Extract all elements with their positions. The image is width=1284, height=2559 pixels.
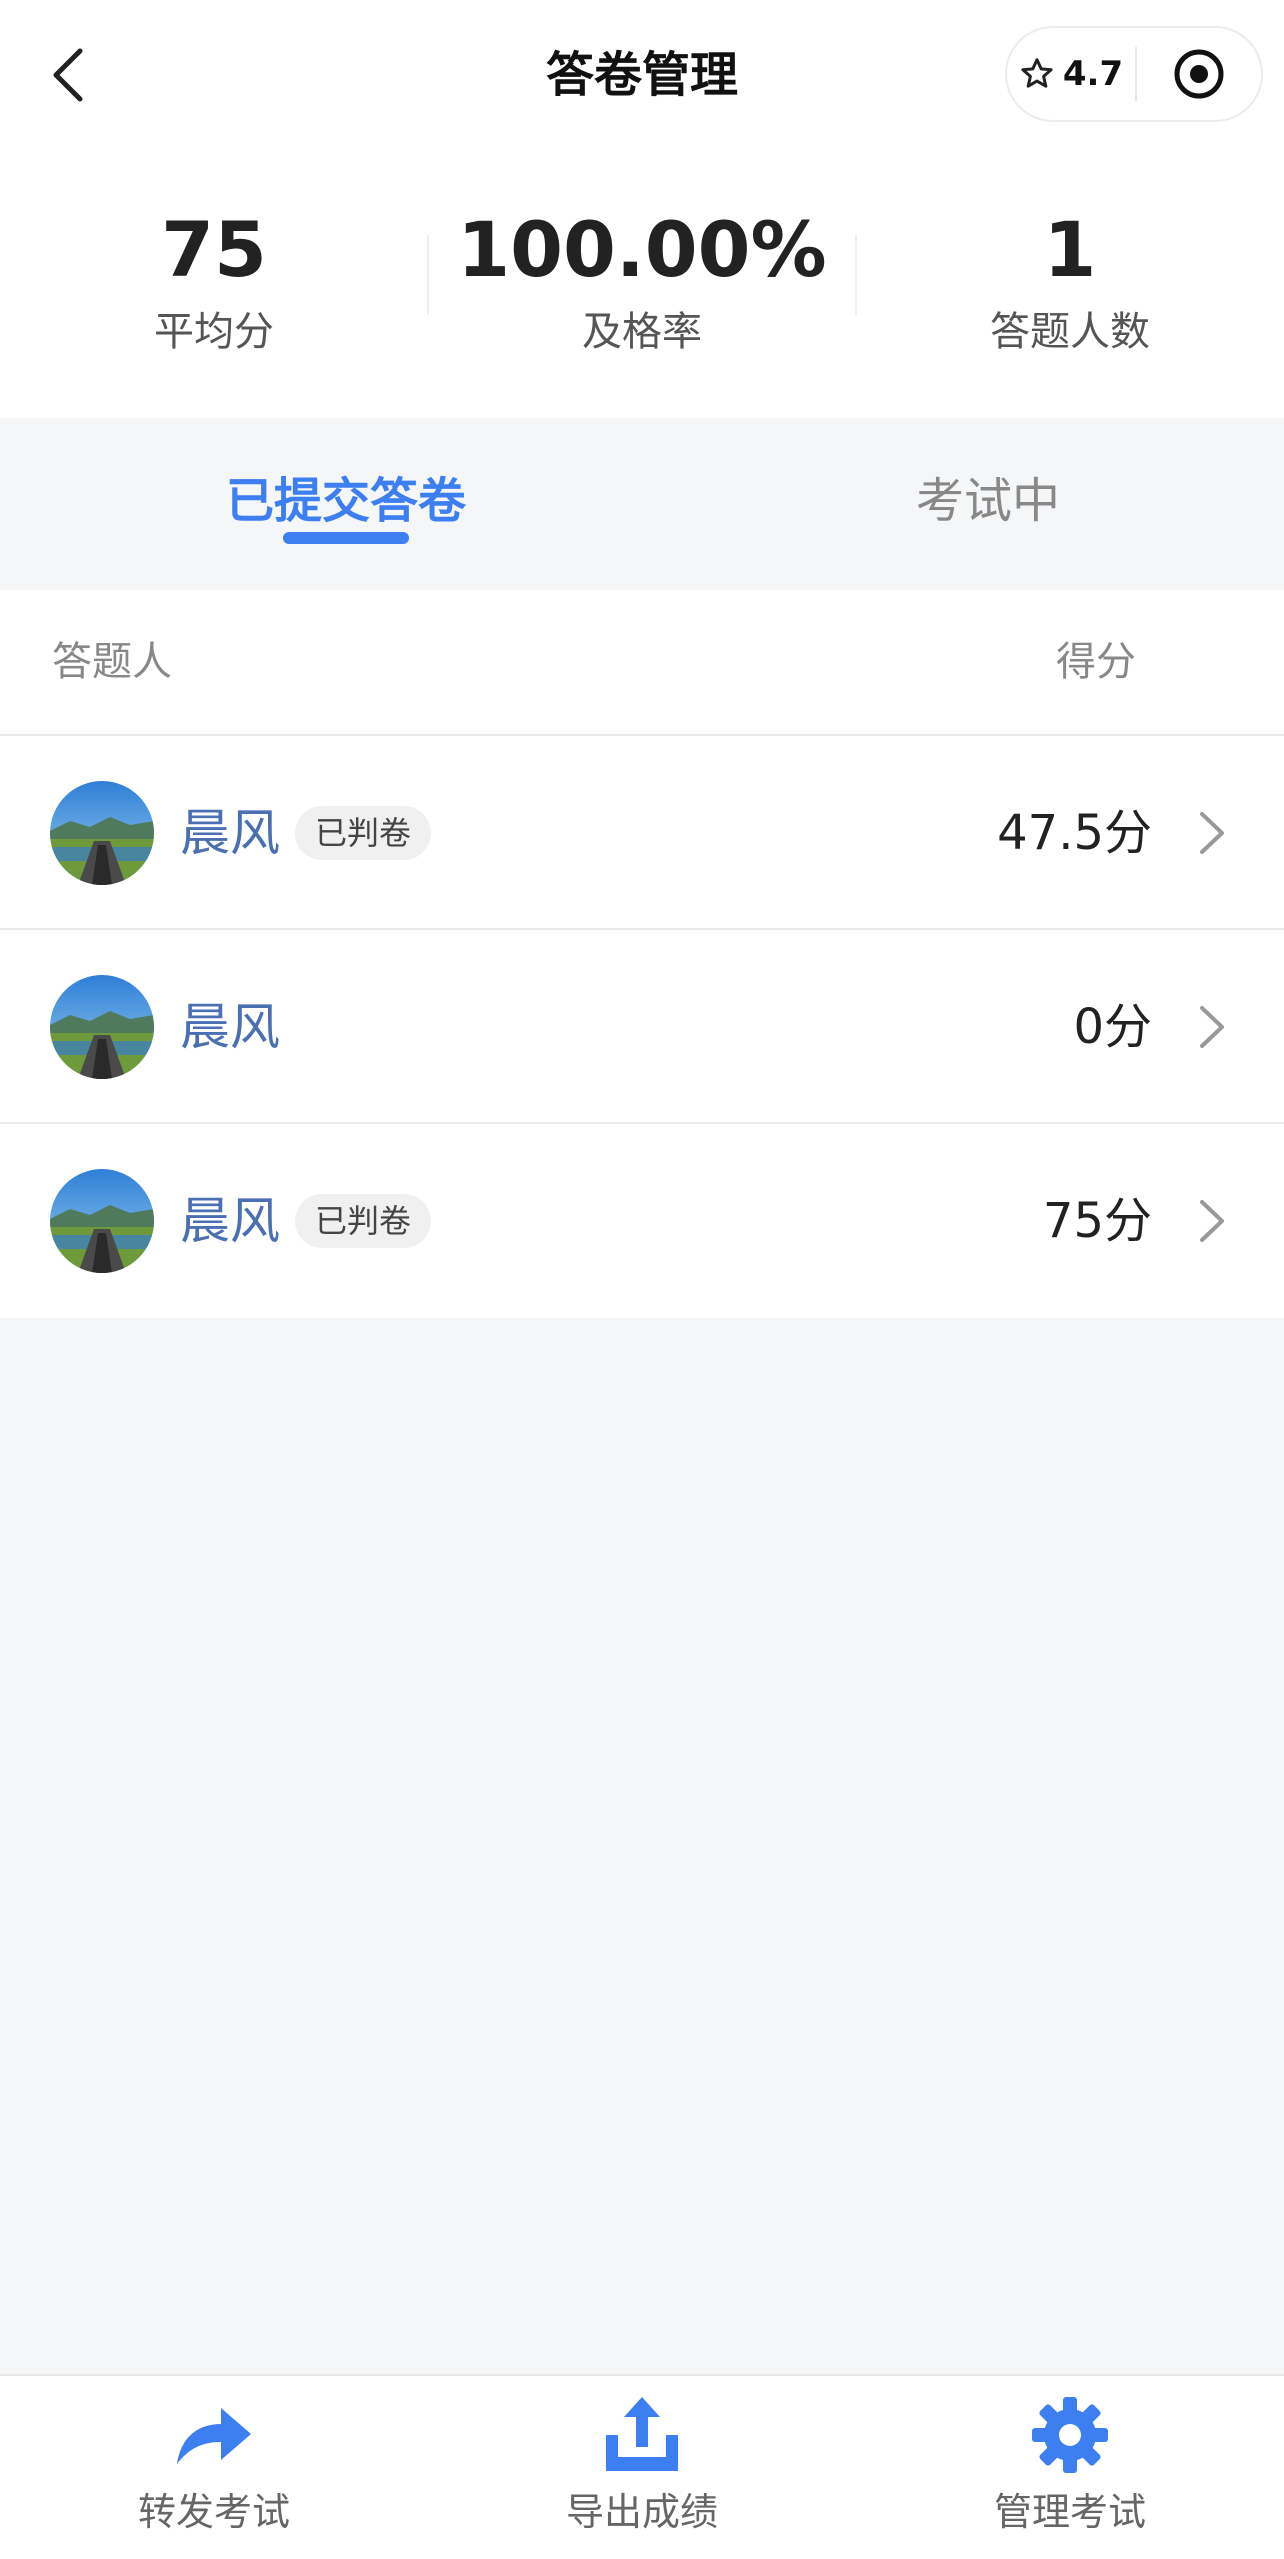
table-row[interactable]: 晨风 0分 (0, 930, 1284, 1124)
stat-label: 及格率 (582, 309, 702, 355)
table-header: 答题人 得分 (0, 590, 1284, 736)
score-value: 75分 (1042, 1193, 1152, 1249)
column-header-respondent: 答题人 (52, 639, 172, 685)
table-row[interactable]: 晨风 已判卷 75分 (0, 1124, 1284, 1318)
export-icon (606, 2397, 678, 2471)
chevron-right-icon (1192, 1196, 1232, 1246)
manage-exam-button[interactable]: 管理考试 (856, 2394, 1284, 2542)
stat-value: 75 (161, 205, 267, 294)
rating-value: 4.7 (1062, 54, 1124, 94)
avatar (50, 781, 154, 885)
tab-bar: 已提交答卷 考试中 (0, 418, 1284, 590)
chevron-right-icon (1192, 1002, 1232, 1052)
stat-average: 75 平均分 (0, 200, 428, 362)
star-icon (1021, 58, 1053, 88)
stat-label: 答题人数 (990, 309, 1150, 355)
miniprogram-capsule: 4.7 (1005, 26, 1263, 122)
respondent-name: 晨风 (180, 1192, 280, 1250)
stat-label: 平均分 (154, 309, 274, 355)
graded-badge: 已判卷 (295, 806, 432, 860)
graded-badge: 已判卷 (295, 1194, 432, 1248)
rating-button[interactable]: 4.7 (1007, 28, 1135, 120)
gear-icon (1032, 2397, 1108, 2473)
close-miniprogram-button[interactable] (1137, 28, 1261, 120)
manage-exam-label: 管理考试 (993, 2490, 1146, 2534)
share-arrow-icon (177, 2408, 251, 2464)
stat-value: 1 (1043, 205, 1097, 294)
respondent-name: 晨风 (180, 804, 280, 862)
export-scores-label: 导出成绩 (565, 2490, 718, 2534)
stat-value: 100.00% (457, 205, 827, 294)
stats-panel: 75 平均分 100.00% 及格率 1 答题人数 (0, 150, 1284, 418)
respondent-name: 晨风 (180, 998, 280, 1056)
avatar (50, 1169, 154, 1273)
export-scores-button[interactable]: 导出成绩 (428, 2394, 856, 2542)
column-header-score: 得分 (1056, 639, 1136, 685)
active-tab-indicator (283, 532, 409, 544)
stat-participants: 1 答题人数 (856, 200, 1284, 362)
avatar (50, 975, 154, 1079)
target-icon (1174, 49, 1224, 99)
score-value: 47.5分 (997, 805, 1152, 861)
tab-in-exam[interactable]: 考试中 (667, 456, 1284, 546)
score-value: 0分 (1073, 999, 1152, 1055)
bottom-action-bar: 转发考试 导出成绩 管理考试 (0, 2374, 1284, 2559)
top-bar: 答卷管理 4.7 (0, 0, 1284, 150)
chevron-right-icon (1192, 808, 1232, 858)
share-exam-label: 转发考试 (137, 2490, 290, 2534)
share-exam-button[interactable]: 转发考试 (0, 2394, 428, 2542)
table-row[interactable]: 晨风 已判卷 47.5分 (0, 736, 1284, 930)
stat-pass-rate: 100.00% 及格率 (428, 200, 856, 362)
